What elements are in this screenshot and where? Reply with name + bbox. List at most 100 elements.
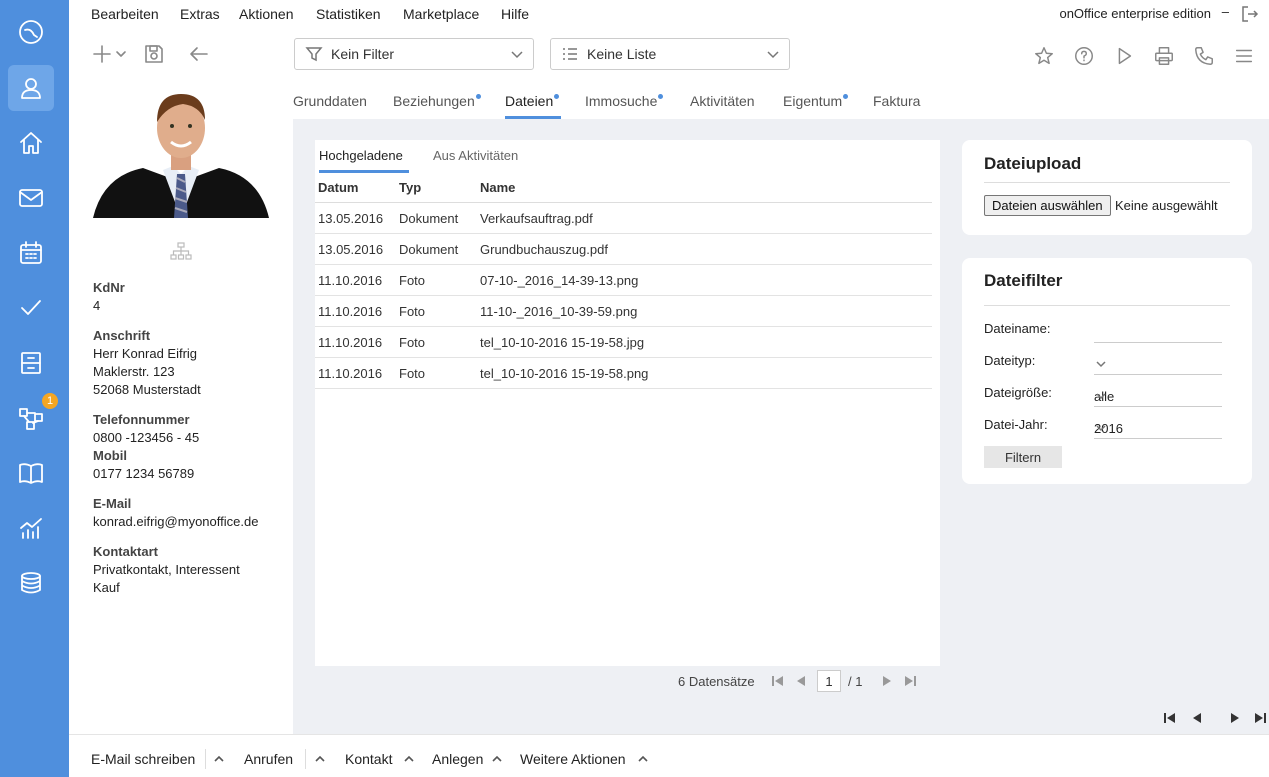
- column-header-type[interactable]: Typ: [399, 180, 421, 195]
- page-number-input[interactable]: [817, 670, 841, 692]
- logout-icon[interactable]: [1241, 5, 1259, 23]
- column-header-name[interactable]: Name: [480, 180, 515, 195]
- mobile-label: Mobil: [93, 448, 127, 463]
- call-button[interactable]: Anrufen: [244, 751, 293, 767]
- filetype-select[interactable]: [1094, 351, 1222, 375]
- menu-aktionen[interactable]: Aktionen: [239, 6, 293, 22]
- cell-date: 11.10.2016: [318, 366, 383, 381]
- mail-icon[interactable]: [8, 175, 54, 221]
- cell-type: Foto: [399, 366, 426, 381]
- filesize-select[interactable]: alle: [1094, 383, 1222, 407]
- calendar-icon[interactable]: [8, 230, 54, 276]
- add-dropdown-icon[interactable]: [114, 47, 128, 61]
- chevron-up-icon[interactable]: [491, 753, 503, 765]
- filter-select[interactable]: Kein Filter: [294, 38, 534, 70]
- chevron-down-icon: [509, 46, 525, 62]
- previous-record-icon[interactable]: [1190, 711, 1204, 725]
- choose-files-button[interactable]: Dateien auswählen: [984, 195, 1111, 216]
- hamburger-menu-icon[interactable]: [1233, 45, 1255, 67]
- next-page-icon[interactable]: [880, 674, 894, 688]
- back-arrow-icon[interactable]: [187, 42, 211, 66]
- help-icon[interactable]: [1073, 45, 1095, 67]
- address-line: Herr Konrad Eifrig: [93, 346, 198, 361]
- menu-marketplace[interactable]: Marketplace: [403, 6, 479, 22]
- left-navigation-rail: 1: [0, 0, 69, 777]
- tab-grunddaten[interactable]: Grunddaten: [293, 93, 367, 109]
- create-button[interactable]: Anlegen: [432, 751, 483, 767]
- filename-label: Dateiname:: [984, 321, 1051, 336]
- phone-icon[interactable]: [1193, 45, 1215, 67]
- previous-page-icon[interactable]: [794, 674, 808, 688]
- play-icon[interactable]: [1113, 45, 1135, 67]
- database-icon[interactable]: [8, 560, 54, 606]
- tab-faktura[interactable]: Faktura: [873, 93, 920, 109]
- first-page-icon[interactable]: [771, 674, 785, 688]
- funnel-icon: [305, 45, 323, 63]
- fileyear-select[interactable]: 2016: [1094, 415, 1222, 439]
- address-icon[interactable]: [8, 65, 54, 111]
- star-icon[interactable]: [1033, 45, 1055, 67]
- filename-input[interactable]: [1094, 319, 1222, 343]
- contact-button[interactable]: Kontakt: [345, 751, 392, 767]
- cell-date: 13.05.2016: [318, 242, 384, 257]
- cell-name: Verkaufsauftrag.pdf: [480, 211, 593, 226]
- tab-beziehungen[interactable]: Beziehungen: [393, 93, 481, 109]
- table-row[interactable]: 11.10.2016 Foto tel_10-10-2016 15-19-58.…: [315, 358, 932, 389]
- column-header-date[interactable]: Datum: [318, 180, 358, 195]
- home-icon[interactable]: [8, 120, 54, 166]
- checkmark-icon[interactable]: [8, 285, 54, 331]
- tab-label: Grunddaten: [293, 93, 367, 109]
- write-email-button[interactable]: E-Mail schreiben: [91, 751, 195, 767]
- statistics-icon[interactable]: [8, 505, 54, 551]
- subtab-from-activities[interactable]: Aus Aktivitäten: [433, 148, 518, 163]
- logo-icon[interactable]: [8, 9, 54, 55]
- phone-value[interactable]: 0800 -123456 - 45: [93, 430, 199, 445]
- mobile-value[interactable]: 0177 1234 56789: [93, 466, 194, 481]
- list-select-value: Keine Liste: [587, 46, 657, 62]
- more-actions-button[interactable]: Weitere Aktionen: [520, 751, 626, 767]
- cell-type: Foto: [399, 304, 426, 319]
- table-row[interactable]: 11.10.2016 Foto 07-10-_2016_14-39-13.png: [315, 265, 932, 296]
- divider: [984, 305, 1230, 306]
- menu-statistiken[interactable]: Statistiken: [316, 6, 381, 22]
- no-file-selected-label: Keine ausgewählt: [1115, 198, 1218, 213]
- print-icon[interactable]: [1153, 45, 1175, 67]
- chevron-up-icon[interactable]: [403, 753, 415, 765]
- chevron-up-icon[interactable]: [637, 753, 649, 765]
- list-select[interactable]: Keine Liste: [550, 38, 790, 70]
- last-page-icon[interactable]: [903, 674, 917, 688]
- filetype-label: Dateityp:: [984, 353, 1036, 368]
- book-icon[interactable]: [8, 450, 54, 496]
- email-label: E-Mail: [93, 496, 132, 511]
- table-row[interactable]: 11.10.2016 Foto 11-10-_2016_10-39-59.png: [315, 296, 932, 327]
- cell-date: 11.10.2016: [318, 273, 383, 288]
- table-row[interactable]: 11.10.2016 Foto tel_10-10-2016 15-19-58.…: [315, 327, 932, 358]
- add-icon[interactable]: [90, 42, 114, 66]
- menu-hilfe[interactable]: Hilfe: [501, 6, 529, 22]
- table-row[interactable]: 13.05.2016 Dokument Verkaufsauftrag.pdf: [315, 203, 932, 234]
- chevron-up-icon[interactable]: [213, 753, 225, 765]
- last-record-icon[interactable]: [1253, 711, 1267, 725]
- tab-label: Dateien: [505, 93, 554, 109]
- filter-button[interactable]: Filtern: [984, 446, 1062, 468]
- minimize-button[interactable]: –: [1222, 4, 1229, 19]
- upload-title: Dateiupload: [984, 154, 1082, 173]
- org-chart-icon[interactable]: [170, 242, 192, 260]
- table-row[interactable]: 13.05.2016 Dokument Grundbuchauszug.pdf: [315, 234, 932, 265]
- email-value[interactable]: konrad.eifrig@myonoffice.de: [93, 514, 258, 529]
- next-record-icon[interactable]: [1228, 711, 1242, 725]
- cell-type: Foto: [399, 273, 426, 288]
- tab-eigentum[interactable]: Eigentum: [783, 93, 849, 109]
- first-record-icon[interactable]: [1163, 711, 1177, 725]
- save-icon[interactable]: [142, 42, 166, 66]
- tab-immosuche[interactable]: Immosuche: [585, 93, 664, 109]
- tab-dateien[interactable]: Dateien: [505, 93, 560, 109]
- archive-icon[interactable]: [8, 340, 54, 386]
- chevron-up-icon[interactable]: [314, 753, 326, 765]
- tab-aktivitaeten[interactable]: Aktivitäten: [690, 93, 755, 109]
- active-subtab-indicator: [319, 170, 409, 173]
- record-count: 6 Datensätze: [678, 674, 755, 689]
- menu-extras[interactable]: Extras: [180, 6, 220, 22]
- menu-bearbeiten[interactable]: Bearbeiten: [91, 6, 159, 22]
- subtab-uploaded[interactable]: Hochgeladene: [319, 148, 403, 163]
